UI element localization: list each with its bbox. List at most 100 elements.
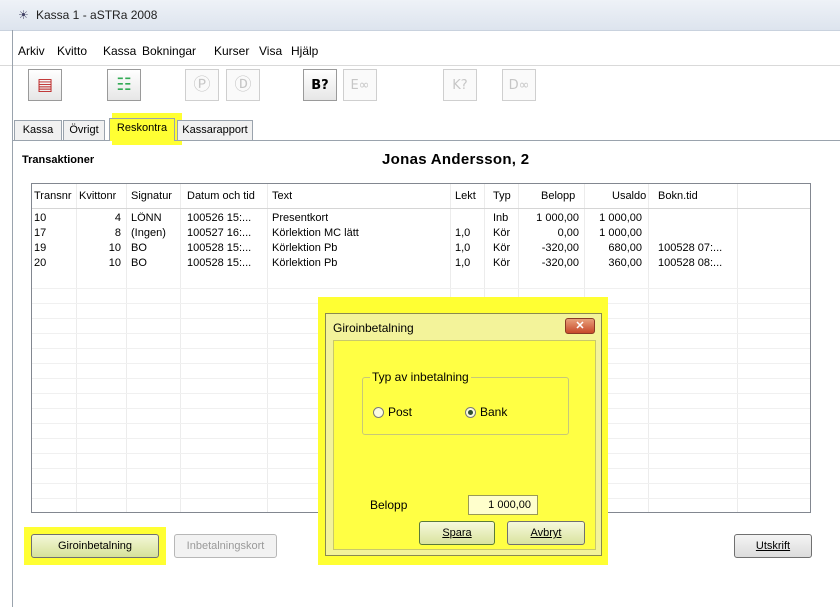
cell-transnr: 17: [34, 227, 47, 239]
utskrift-button[interactable]: Utskrift: [734, 534, 812, 558]
col-header-signatur[interactable]: Signatur: [131, 190, 172, 202]
menu-visa[interactable]: Visa: [259, 44, 282, 58]
dialog-title: Giroinbetalning: [333, 321, 414, 335]
menu-kvitto[interactable]: Kvitto: [57, 44, 87, 58]
menu-kassa[interactable]: Kassa: [103, 44, 136, 58]
cell-kvittonr: 10: [108, 257, 121, 269]
col-header-datum[interactable]: Datum och tid: [187, 190, 255, 202]
menu-hjalp[interactable]: Hjälp: [291, 44, 318, 58]
cell-lekt: 1,0: [455, 227, 471, 239]
cell-datum: 100527 16:...: [187, 227, 252, 239]
cancel-button[interactable]: Avbryt: [507, 521, 585, 545]
giroinbetalning-button[interactable]: Giroinbetalning: [31, 534, 159, 558]
cell-kvittonr: 8: [114, 227, 121, 239]
cell-typ: Inb: [493, 212, 509, 224]
cell-belopp: 1 000,00: [536, 212, 579, 224]
menu-bar: Arkiv Kvitto Kassa Bokningar Kurser Visa…: [0, 31, 840, 66]
receipt-button[interactable]: ▤: [28, 69, 62, 101]
col-header-usaldo[interactable]: Usaldo: [612, 190, 646, 202]
booking-d-button[interactable]: D∞: [502, 69, 536, 101]
radio-post[interactable]: [373, 407, 384, 418]
booking-k-icon: K?: [452, 77, 468, 93]
title-bar: ☀ Kassa 1 - aSTRa 2008: [0, 0, 840, 31]
tab-kassa[interactable]: Kassa: [14, 120, 62, 140]
cell-transnr: 20: [34, 257, 47, 269]
booking-e-icon: E∞: [350, 77, 370, 93]
cell-belopp: -320,00: [541, 257, 579, 269]
cell-signatur: (Ingen): [131, 227, 166, 239]
payment-type-label: Typ av inbetalning: [370, 370, 471, 384]
inbetalningskort-button[interactable]: Inbetalningskort: [174, 534, 277, 558]
cell-typ: Kör: [493, 257, 511, 269]
cell-transnr: 10: [34, 212, 47, 224]
cart-icon: ☷: [116, 74, 132, 95]
cell-usaldo: 1 000,00: [599, 227, 642, 239]
cell-datum: 100526 15:...: [187, 212, 252, 224]
cell-datum: 100528 15:...: [187, 242, 252, 254]
cell-belopp: 0,00: [557, 227, 579, 239]
col-header-text[interactable]: Text: [272, 190, 292, 202]
cell-usaldo: 360,00: [608, 257, 642, 269]
booking-b-button[interactable]: B?: [303, 69, 337, 101]
radio-post-label: Post: [388, 405, 413, 419]
close-icon: ✕: [575, 320, 585, 332]
cell-text: Körlektion Pb: [272, 257, 338, 269]
dialog-body: Typ av inbetalning Post Bank Belopp 1 00…: [333, 340, 596, 550]
menu-kurser[interactable]: Kurser: [214, 44, 249, 58]
col-header-lekt[interactable]: Lekt: [455, 190, 476, 202]
cell-text: Körlektion MC lätt: [272, 227, 359, 239]
booking-d-icon: D∞: [508, 77, 530, 93]
cell-text: Presentkort: [272, 212, 329, 224]
table-header: Transnr Kvittonr Signatur Datum och tid …: [32, 184, 810, 209]
col-header-kvittonr[interactable]: Kvittonr: [79, 190, 116, 202]
cart-button[interactable]: ☷: [107, 69, 141, 101]
booking-k-button[interactable]: K?: [443, 69, 477, 101]
cell-transnr: 19: [34, 242, 47, 254]
toolbar: ▤ ☷ Ⓟ Ⓓ B? E∞ K? D∞: [12, 65, 840, 117]
amount-label: Belopp: [370, 498, 408, 512]
col-header-bokntid[interactable]: Bokn.tid: [658, 190, 698, 202]
tab-kassarapport[interactable]: Kassarapport: [177, 120, 253, 140]
giroinbetalning-dialog: Giroinbetalning ✕ Typ av inbetalning Pos…: [325, 313, 602, 556]
tab-ovrigt[interactable]: Övrigt: [63, 120, 105, 140]
receipt-icon: ▤: [36, 74, 54, 95]
cell-typ: Kör: [493, 242, 511, 254]
tab-bar: Kassa Övrigt Reskontra Kassarapport: [12, 118, 840, 141]
cell-datum: 100528 15:...: [187, 257, 252, 269]
cell-usaldo: 680,00: [608, 242, 642, 254]
cell-signatur: BO: [131, 257, 147, 269]
search-d-icon: Ⓓ: [234, 74, 252, 95]
cell-kvittonr: 4: [114, 212, 121, 224]
cell-signatur: BO: [131, 242, 147, 254]
col-header-belopp[interactable]: Belopp: [541, 190, 575, 202]
app-icon: ☀: [18, 8, 29, 22]
application-window: ☀ Kassa 1 - aSTRa 2008 Arkiv Kvitto Kass…: [0, 0, 840, 607]
menu-bokningar[interactable]: Bokningar: [142, 44, 196, 58]
cell-lekt: 1,0: [455, 257, 471, 269]
cell-text: Körlektion Pb: [272, 242, 338, 254]
col-header-transnr[interactable]: Transnr: [34, 190, 72, 202]
close-button[interactable]: ✕: [565, 318, 595, 334]
search-d-button[interactable]: Ⓓ: [226, 69, 260, 101]
row-divider: [32, 288, 810, 289]
cell-signatur: LÖNN: [131, 212, 162, 224]
cell-typ: Kör: [493, 227, 511, 239]
window-title: Kassa 1 - aSTRa 2008: [36, 8, 158, 22]
cell-lekt: 1,0: [455, 242, 471, 254]
cell-bokntid: 100528 07:...: [658, 242, 723, 254]
cell-belopp: -320,00: [541, 242, 579, 254]
cell-kvittonr: 10: [108, 242, 121, 254]
cell-bokntid: 100528 08:...: [658, 257, 723, 269]
save-button[interactable]: Spara: [419, 521, 495, 545]
customer-name: Jonas Andersson, 2: [382, 151, 530, 168]
tab-reskontra[interactable]: Reskontra: [109, 118, 175, 141]
radio-bank[interactable]: [465, 407, 476, 418]
payment-type-group: Typ av inbetalning Post Bank: [362, 370, 569, 435]
menu-arkiv[interactable]: Arkiv: [18, 44, 45, 58]
col-header-typ[interactable]: Typ: [493, 190, 511, 202]
radio-bank-label: Bank: [480, 405, 508, 419]
section-title: Transaktioner: [22, 154, 95, 166]
search-e-button[interactable]: Ⓟ: [185, 69, 219, 101]
amount-input[interactable]: 1 000,00: [468, 495, 538, 515]
booking-e-button[interactable]: E∞: [343, 69, 377, 101]
